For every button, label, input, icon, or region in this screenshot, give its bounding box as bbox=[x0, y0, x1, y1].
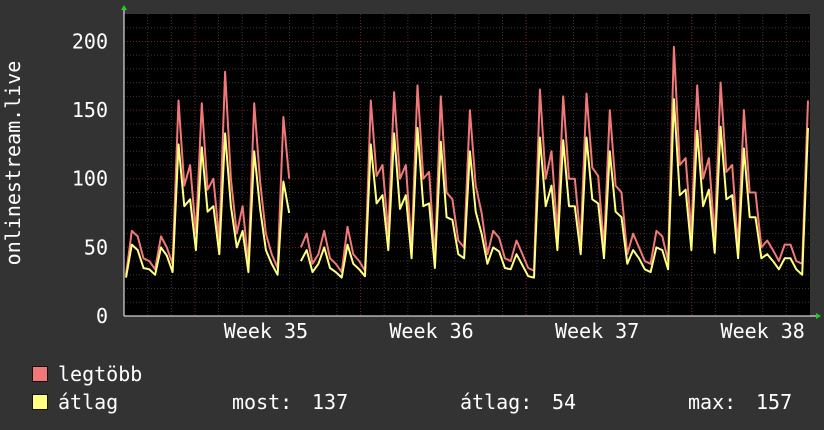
y-tick-label: 0 bbox=[96, 304, 108, 328]
chart-svg: 0 50 100 150 200 Week 35 Week 36 Week 37 Week 38… bbox=[1, 5, 821, 340]
stat-now-value: 137 bbox=[312, 390, 349, 414]
y-axis-label: onlinestream.live bbox=[1, 61, 25, 266]
x-tick-label: Week 35 bbox=[224, 319, 308, 340]
legend-swatch-max bbox=[32, 366, 48, 382]
x-axis-arrow bbox=[816, 313, 821, 319]
legend-label-max: legtöbb bbox=[58, 362, 143, 386]
y-axis-arrow bbox=[121, 5, 127, 10]
stat-avg-label: átlag: bbox=[460, 390, 533, 414]
chart-panel: 0 50 100 150 200 Week 35 Week 36 Week 37 Week 38… bbox=[0, 0, 824, 430]
y-tick-label: 150 bbox=[72, 98, 108, 122]
y-tick-label: 200 bbox=[72, 29, 108, 53]
stat-now-label: most: bbox=[232, 390, 293, 414]
x-tick-label: Week 38 bbox=[721, 319, 805, 340]
x-tick-label: Week 36 bbox=[389, 319, 473, 340]
x-tick-label: Week 37 bbox=[555, 319, 639, 340]
stat-max-value: 157 bbox=[756, 390, 793, 414]
stat-max-label: max: bbox=[688, 390, 737, 414]
stat-avg-value: 54 bbox=[552, 390, 577, 414]
y-tick-label: 100 bbox=[72, 167, 108, 191]
y-tick-label: 50 bbox=[84, 235, 108, 259]
legend-swatch-avg bbox=[32, 394, 48, 410]
legend-label-avg: átlag bbox=[58, 390, 119, 414]
